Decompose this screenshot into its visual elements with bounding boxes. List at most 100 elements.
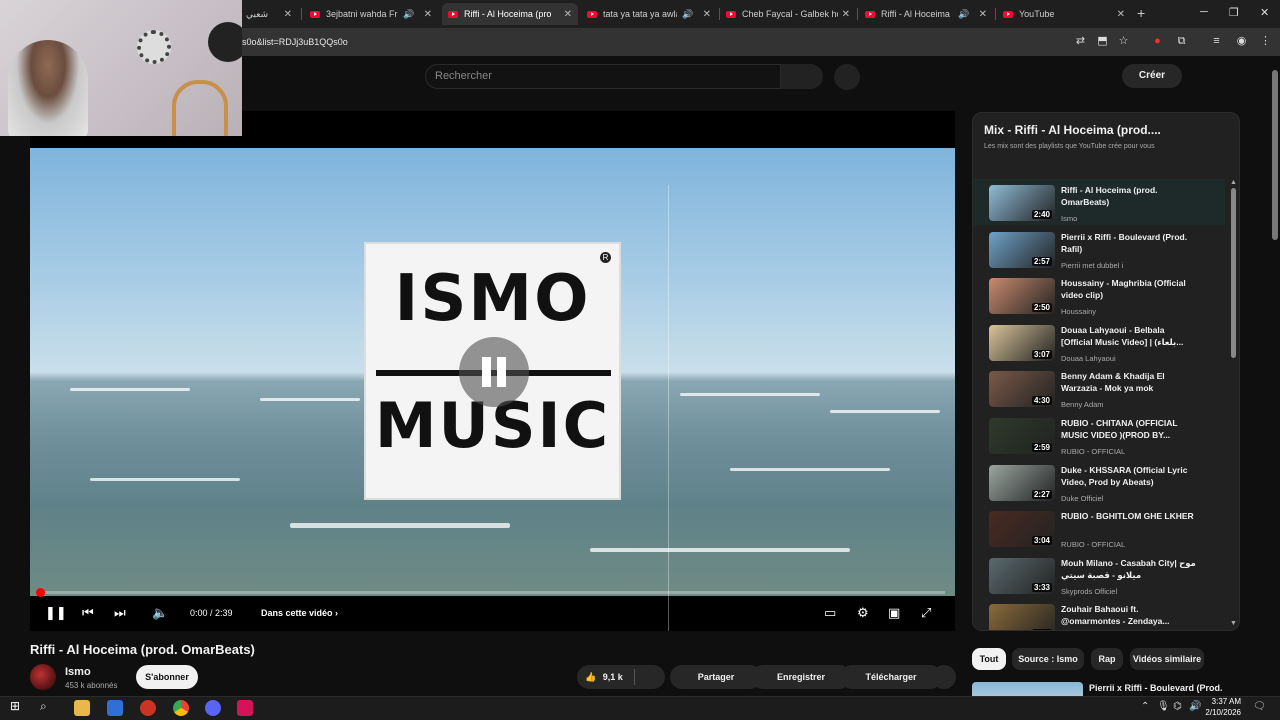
settings-gear-icon[interactable]: ⚙ — [857, 605, 869, 621]
tab-7[interactable]: YouTube ✕ — [997, 3, 1131, 25]
tab-close-icon[interactable]: ✕ — [979, 9, 987, 20]
playlist-thumbnail[interactable]: 2:27 — [989, 464, 1055, 501]
share-button[interactable]: Partager — [670, 665, 762, 689]
playlist-item-title[interactable]: Zouhair Bahaoui ft. @omarmontes - Zenday… — [1061, 603, 1196, 627]
clock-date[interactable]: 2/10/2026 — [1201, 708, 1241, 717]
chapters-button[interactable]: Dans cette vidéo › — [261, 608, 338, 618]
download-button[interactable]: Télécharger — [840, 665, 942, 689]
playlist-thumbnail[interactable]: 3:07 — [989, 324, 1055, 361]
pause-overlay-icon[interactable] — [459, 337, 529, 407]
tray-mic-icon[interactable]: 🎙 — [1157, 701, 1170, 712]
scroll-up-icon[interactable]: ▲ — [1230, 179, 1237, 186]
save-button[interactable]: Enregistrer — [751, 665, 851, 689]
menu-icon[interactable]: ⋮ — [1259, 35, 1272, 48]
chip-rap[interactable]: Rap — [1091, 648, 1123, 670]
search-box[interactable] — [425, 64, 781, 89]
more-actions-button[interactable] — [932, 665, 956, 689]
playlist-item-title[interactable]: Duke - KHSSARA (Official Lyric Video, Pr… — [1061, 464, 1196, 488]
playlist-item[interactable]: 3:07 Douaa Lahyaoui - Belbala [Official M… — [973, 319, 1225, 365]
pause-icon[interactable]: ❚❚ — [45, 605, 67, 621]
taskbar-search-icon[interactable]: ⌕ — [40, 699, 47, 714]
playlist-thumbnail[interactable]: 2:40 — [989, 185, 1055, 221]
playlist-thumbnail[interactable]: 2:50 — [989, 278, 1055, 315]
playlist-item[interactable]: 2:57 Pierrii x Riffi - Boulevard (Prod. R… — [973, 226, 1225, 272]
playlist-item[interactable]: 3:14 Zouhair Bahaoui ft. @omarmontes - Ze… — [973, 598, 1225, 630]
playlist-item-title[interactable]: RUBIO - BGHITLOM GHE LKHER — [1061, 510, 1196, 522]
restore-icon[interactable]: ❐ — [1229, 6, 1239, 19]
theater-mode-icon[interactable]: ▣ — [888, 605, 900, 621]
progress-scrubber[interactable] — [36, 588, 45, 597]
chip-source[interactable]: Source : Ismo — [1012, 648, 1084, 670]
tab-3-active[interactable]: Riffi - Al Hoceima (pro ✕ — [442, 3, 578, 25]
playlist-item-title[interactable]: Houssainy - Maghribia (Official video cl… — [1061, 277, 1196, 301]
chip-similar[interactable]: Vidéos similaire — [1130, 648, 1204, 670]
playlist-item[interactable]: 2:40 Riffi - Al Hoceima (prod. OmarBeats)… — [973, 179, 1225, 225]
tray-chevron-icon[interactable]: ⌃ — [1141, 701, 1149, 712]
speaker-icon[interactable]: 🔊 — [958, 9, 969, 20]
volume-icon[interactable]: 🔈 — [152, 605, 168, 621]
next-video-thumbnail[interactable] — [972, 682, 1083, 696]
url-text[interactable]: s0o&list=RDJj3uB1QQs0o — [242, 37, 348, 47]
microsoft-store-icon[interactable] — [107, 700, 123, 716]
minimize-icon[interactable]: ─ — [1200, 6, 1208, 18]
tab-close-icon[interactable]: ✕ — [564, 9, 572, 20]
progress-bar[interactable] — [40, 591, 945, 594]
playlist-item-title[interactable]: Benny Adam & Khadija El Warzazia - Mok y… — [1061, 370, 1196, 394]
windows-start-icon[interactable]: ⊞ — [10, 699, 20, 713]
page-scrollbar[interactable] — [1272, 70, 1278, 240]
speaker-icon[interactable]: 🔊 — [403, 9, 414, 20]
translate-icon[interactable]: ⇄ — [1074, 35, 1087, 48]
playlist-scrollbar[interactable] — [1231, 188, 1236, 358]
playlist-item[interactable]: 3:04 RUBIO - BGHITLOM GHE LKHER RUBIO - OF… — [973, 505, 1225, 551]
voice-search-button[interactable] — [834, 64, 860, 90]
close-window-icon[interactable]: ✕ — [1260, 6, 1269, 19]
tab-2[interactable]: 3ejbatni wahda Fram 🔊 ✕ — [304, 3, 438, 25]
create-button[interactable]: Créer — [1122, 64, 1182, 88]
new-tab-icon[interactable]: + — [1137, 5, 1145, 21]
clock-time[interactable]: 3:37 AM — [1209, 697, 1241, 706]
tab-close-icon[interactable]: ✕ — [703, 9, 711, 20]
recording-icon[interactable]: ● — [1151, 35, 1164, 48]
playlist-item-title[interactable]: Riffi - Al Hoceima (prod. OmarBeats) — [1061, 184, 1196, 208]
extensions-icon[interactable]: ⧉ — [1175, 35, 1188, 48]
scroll-down-icon[interactable]: ▼ — [1230, 620, 1237, 627]
next-video-title[interactable]: Pierrii x Riffi - Boulevard (Prod. — [1089, 683, 1223, 693]
file-explorer-icon[interactable] — [74, 700, 90, 716]
next-icon[interactable]: ⏭ — [114, 605, 126, 621]
search-button[interactable] — [781, 64, 823, 89]
subtitles-icon[interactable]: ▭ — [824, 605, 836, 621]
search-input[interactable] — [435, 70, 765, 82]
chrome-profile-icon[interactable] — [205, 700, 221, 716]
chrome-icon[interactable] — [173, 700, 189, 716]
video-player[interactable]: R ISMO MUSIC ❚❚ ⏮ ⏭ 🔈 0:00 / 2:39 Dans c… — [30, 111, 955, 631]
install-icon[interactable]: ⬒ — [1096, 35, 1109, 48]
playlist-item[interactable]: 2:27 Duke - KHSSARA (Official Lyric Video… — [973, 459, 1225, 505]
tab-close-icon[interactable]: ✕ — [842, 9, 850, 20]
like-button[interactable]: 👍 9,1 k — [577, 665, 665, 689]
playlist-item-title[interactable]: Mouh Milano - Casabah City| موح ميلانو -… — [1061, 557, 1196, 581]
chip-all[interactable]: Tout — [972, 648, 1006, 670]
speaker-icon[interactable]: 🔊 — [682, 9, 693, 20]
media-control-icon[interactable]: ≡ — [1210, 35, 1223, 48]
playlist-item[interactable]: 2:59 RUBIO - CHITANA (OFFICIAL MUSIC VIDE… — [973, 412, 1225, 458]
profile-icon[interactable]: ◉ — [1235, 35, 1248, 48]
tab-1[interactable]: شعبي ✕ — [240, 3, 298, 25]
playlist-item-title[interactable]: Douaa Lahyaoui - Belbala [Official Music… — [1061, 324, 1196, 348]
playlist-thumbnail[interactable]: 2:57 — [989, 231, 1055, 268]
playlist-item[interactable]: 3:33 Mouh Milano - Casabah City| موح ميلا… — [973, 552, 1225, 598]
tray-volume-icon[interactable]: 🔊 — [1189, 701, 1201, 712]
tab-close-icon[interactable]: ✕ — [1117, 9, 1125, 20]
tab-4[interactable]: tata ya tata ya awladi 🔊 ✕ — [581, 3, 717, 25]
app-icon[interactable] — [140, 700, 156, 716]
notifications-icon[interactable]: 🗨 — [1253, 701, 1266, 712]
channel-name[interactable]: Ismo — [65, 666, 91, 678]
playlist-thumbnail[interactable]: 3:04 — [989, 511, 1055, 548]
playlist-thumbnail[interactable]: 3:14 — [989, 604, 1055, 630]
playlist-item[interactable]: 2:50 Houssainy - Maghribia (Official vide… — [973, 272, 1225, 318]
channel-avatar[interactable] — [30, 664, 56, 690]
tab-5[interactable]: Cheb Faycal - Galbek hou ✕ — [720, 3, 856, 25]
tab-close-icon[interactable]: ✕ — [424, 9, 432, 20]
playlist-thumbnail[interactable]: 2:59 — [989, 418, 1055, 454]
tray-network-icon[interactable]: ⌬ — [1173, 701, 1182, 712]
playlist-item-title[interactable]: Pierrii x Riffi - Boulevard (Prod. Rafil… — [1061, 231, 1196, 255]
